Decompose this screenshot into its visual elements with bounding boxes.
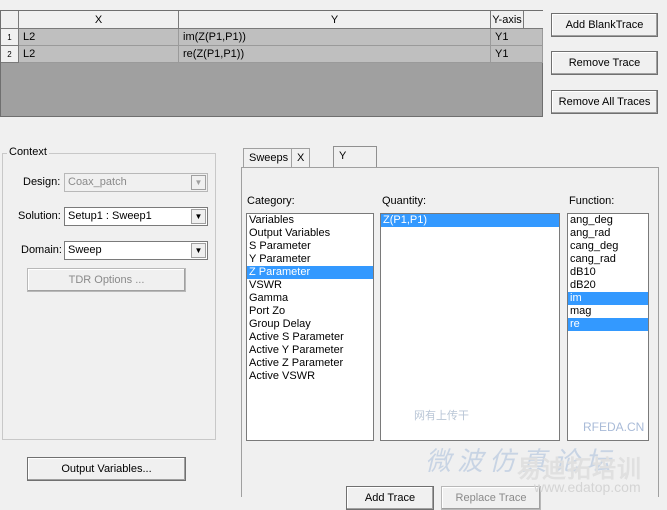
categories-item[interactable]: Output Variables <box>247 227 373 240</box>
categories-item[interactable]: Active S Parameter <box>247 331 373 344</box>
add-trace-button[interactable]: Add Trace <box>346 486 434 510</box>
chevron-down-icon[interactable]: ▼ <box>191 243 206 258</box>
col-header-x[interactable]: X <box>19 11 179 29</box>
tab-y[interactable]: Y <box>333 146 377 168</box>
cell-x[interactable]: L2 <box>19 29 179 46</box>
table-row[interactable]: 1 L2 im(Z(P1,P1)) Y1 <box>1 29 543 46</box>
function-label: Function: <box>569 195 615 207</box>
functions-item[interactable]: ang_deg <box>568 214 648 227</box>
col-header-y[interactable]: Y <box>179 11 491 29</box>
col-header-blank <box>524 11 543 29</box>
categories-item[interactable]: Port Zo <box>247 305 373 318</box>
context-group <box>2 153 216 440</box>
functions-item[interactable]: cang_rad <box>568 253 648 266</box>
cell-y[interactable]: im(Z(P1,P1)) <box>179 29 491 46</box>
remove-trace-button[interactable]: Remove Trace <box>551 51 658 75</box>
quantity-list[interactable]: Z(P1,P1) <box>380 213 560 441</box>
categories-item[interactable]: Active Z Parameter <box>247 357 373 370</box>
functions-item[interactable]: cang_deg <box>568 240 648 253</box>
watermark-rfeda: RFEDA.CN <box>583 420 645 434</box>
replace-trace-button[interactable]: Replace Trace <box>441 486 541 510</box>
cell-y[interactable]: re(Z(P1,P1)) <box>179 46 491 63</box>
output-variables-button[interactable]: Output Variables... <box>27 457 186 481</box>
solution-label: Solution: <box>18 210 61 222</box>
cell-yaxis[interactable]: Y1 <box>491 29 543 46</box>
function-list[interactable]: ang_deg ang_rad cang_deg cang_rad dB10 dB20 im… <box>567 213 649 441</box>
chevron-down-icon: ▼ <box>191 175 206 190</box>
context-legend: Context <box>7 146 49 158</box>
domain-value: Sweep <box>68 244 102 256</box>
row-number[interactable]: 2 <box>1 46 19 63</box>
domain-label: Domain: <box>21 244 62 256</box>
tab-sweeps[interactable]: Sweeps <box>243 148 295 167</box>
table-row[interactable]: 2 L2 re(Z(P1,P1)) Y1 <box>1 46 543 63</box>
solution-value: Setup1 : Sweep1 <box>68 210 152 222</box>
functions-item[interactable]: dB10 <box>568 266 648 279</box>
categories-item[interactable]: Active Y Parameter <box>247 344 373 357</box>
functions-item[interactable]: im <box>568 292 648 305</box>
remove-all-traces-button[interactable]: Remove All Traces <box>551 90 658 114</box>
categories-item[interactable]: VSWR <box>247 279 373 292</box>
categories-item[interactable]: S Parameter <box>247 240 373 253</box>
category-label: Category: <box>247 195 295 207</box>
functions-item[interactable]: mag <box>568 305 648 318</box>
categories-item[interactable]: Z Parameter <box>247 266 373 279</box>
categories-item[interactable]: Group Delay <box>247 318 373 331</box>
categories-item[interactable]: Active VSWR <box>247 370 373 383</box>
functions-item[interactable]: ang_rad <box>568 227 648 240</box>
row-number[interactable]: 1 <box>1 29 19 46</box>
tab-x[interactable]: X <box>291 148 311 167</box>
categories-item[interactable]: Variables <box>247 214 373 227</box>
design-label: Design: <box>23 176 61 188</box>
categories-item[interactable]: Y Parameter <box>247 253 373 266</box>
col-header-yaxis[interactable]: Y-axis <box>491 11 524 29</box>
design-select: Coax_patch ▼ <box>64 173 208 192</box>
chevron-down-icon[interactable]: ▼ <box>191 209 206 224</box>
design-value: Coax_patch <box>68 176 127 188</box>
quantities-item[interactable]: Z(P1,P1) <box>381 214 559 227</box>
add-blank-trace-button[interactable]: Add BlankTrace <box>551 13 658 37</box>
tdr-options-button[interactable]: TDR Options ... <box>27 268 186 292</box>
category-list[interactable]: Variables Output Variables S Parameter Y Pa… <box>246 213 374 441</box>
grid-corner <box>1 11 19 29</box>
watermark-url: www.edatop.com <box>534 479 641 495</box>
solution-select[interactable]: Setup1 : Sweep1 ▼ <box>64 207 208 226</box>
cell-yaxis[interactable]: Y1 <box>491 46 543 63</box>
quantity-label: Quantity: <box>382 195 427 207</box>
categories-item[interactable]: Gamma <box>247 292 373 305</box>
functions-item[interactable]: dB20 <box>568 279 648 292</box>
cell-x[interactable]: L2 <box>19 46 179 63</box>
watermark-small: 网有上传干 <box>414 409 469 422</box>
functions-item[interactable]: re <box>568 318 648 331</box>
domain-select[interactable]: Sweep ▼ <box>64 241 208 260</box>
trace-grid[interactable]: X Y Y-axis 1 L2 im(Z(P1,P1)) Y1 2 L2 re(… <box>0 10 543 117</box>
